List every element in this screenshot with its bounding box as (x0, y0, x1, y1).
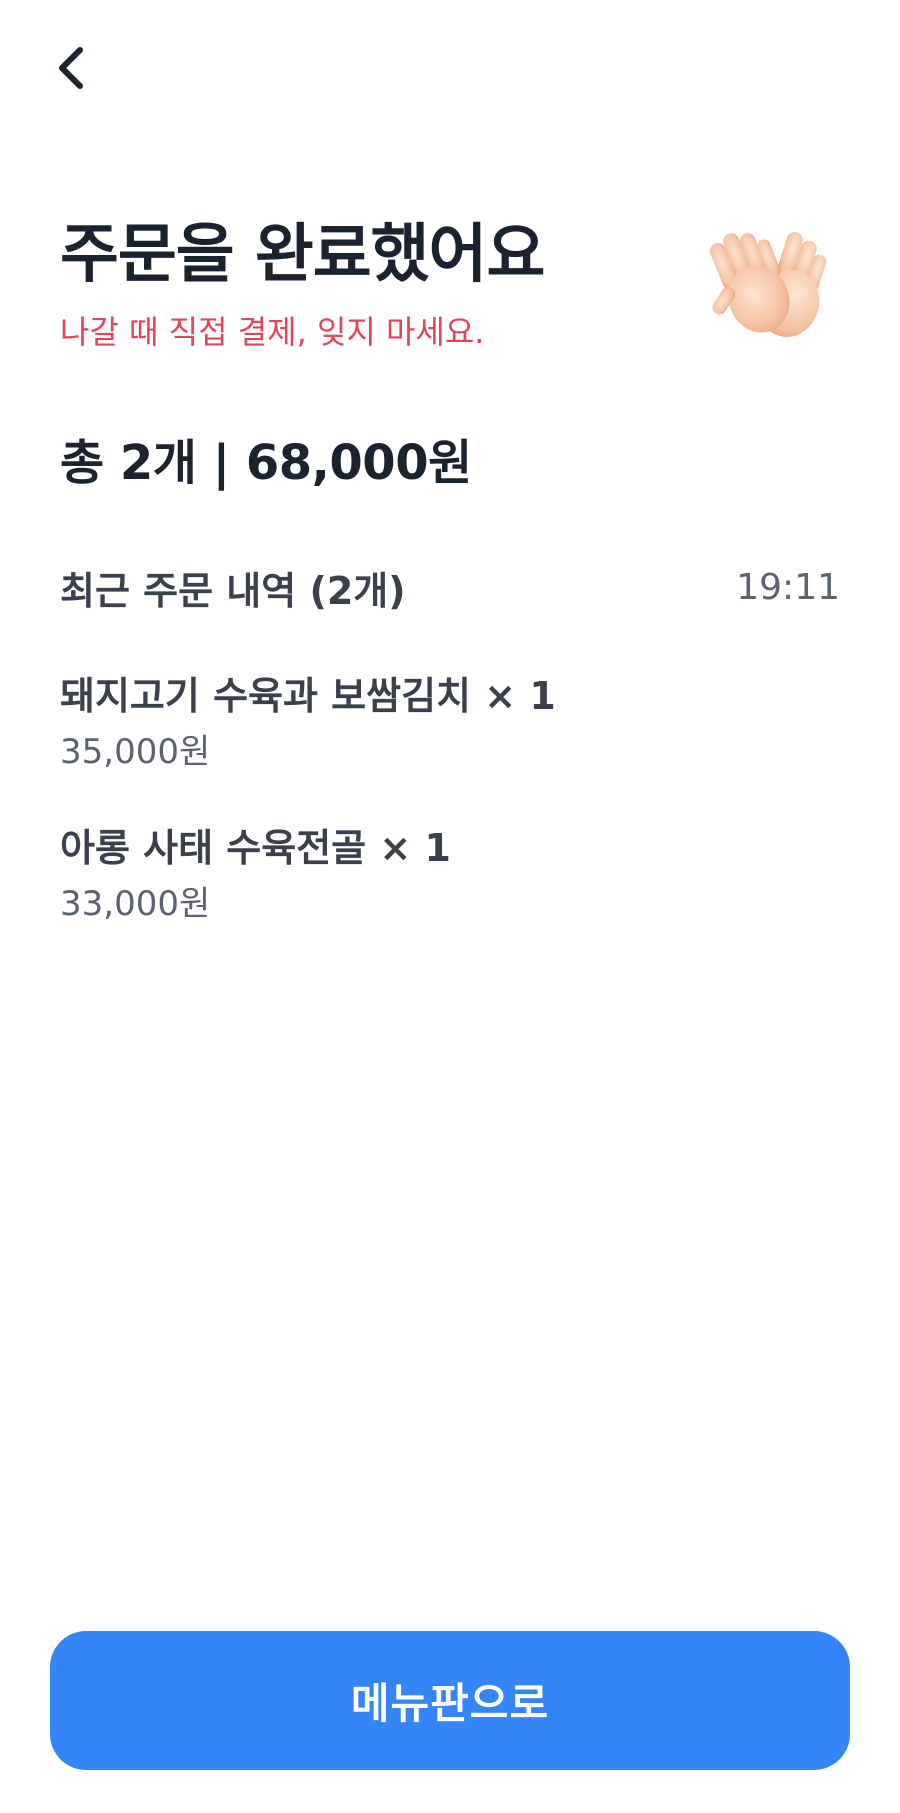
order-item-price: 33,000원 (60, 884, 211, 924)
order-summary: 총 2개 | 68,000원 (60, 435, 472, 491)
order-item-price: 35,000원 (60, 732, 211, 772)
chevron-left-icon (59, 47, 83, 89)
order-time: 19:11 (736, 567, 840, 608)
payment-reminder: 나갈 때 직접 결제, 잊지 마세요. (60, 313, 485, 351)
back-to-menu-label: 메뉴판으로 (350, 1679, 550, 1728)
clapping-hands-icon (709, 232, 827, 337)
page-title: 주문을 완료했어요 (60, 218, 545, 292)
back-to-menu-button[interactable]: 메뉴판으로 (50, 1631, 850, 1770)
list-item: 돼지고기 수육과 보쌈김치 × 1 35,000원 (60, 670, 840, 822)
order-list: 돼지고기 수육과 보쌈김치 × 1 35,000원 아롱 사태 수육전골 × 1… (60, 670, 840, 974)
recent-orders-title: 최근 주문 내역 (2개) (60, 569, 406, 613)
order-item-name: 아롱 사태 수육전골 × 1 (60, 826, 451, 870)
recent-orders-header: 최근 주문 내역 (2개) 19:11 (60, 560, 840, 615)
back-button[interactable] (40, 36, 104, 100)
list-item: 아롱 사태 수육전골 × 1 33,000원 (60, 822, 840, 974)
order-item-name: 돼지고기 수육과 보쌈김치 × 1 (60, 674, 556, 718)
